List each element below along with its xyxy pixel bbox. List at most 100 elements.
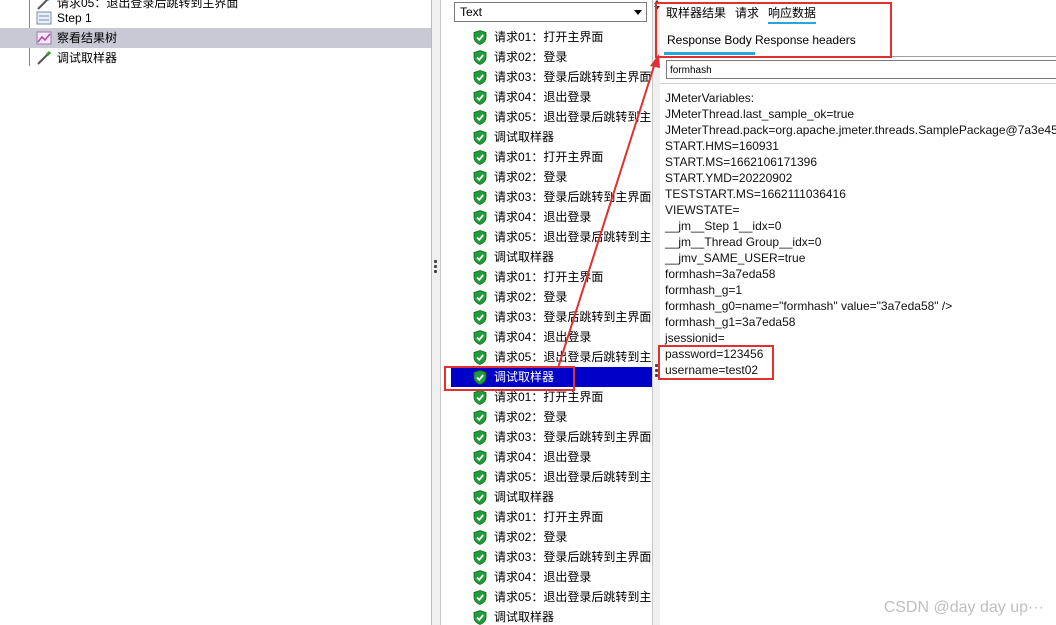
success-shield-icon — [473, 170, 487, 185]
result-row[interactable]: 请求01：打开主界面 — [471, 387, 653, 407]
tree-item-label: 察看结果树 — [57, 31, 118, 45]
result-row[interactable]: 请求01：打开主界面 — [471, 147, 653, 167]
success-shield-icon — [473, 450, 487, 465]
result-row[interactable]: 请求02：登录 — [471, 167, 653, 187]
success-shield-icon — [473, 70, 487, 85]
result-row-label: 请求05：退出登录后跳转到主界 — [494, 230, 653, 244]
result-row-label: 请求02：登录 — [494, 290, 568, 304]
result-row[interactable]: 请求02：登录 — [471, 407, 653, 427]
success-shield-icon — [473, 410, 487, 425]
tree-item-debug-sampler[interactable]: 调试取样器 — [0, 48, 431, 68]
response-line: START.YMD=20220902 — [665, 171, 793, 185]
response-line: __jm__Thread Group__idx=0 — [665, 235, 822, 249]
result-row-label: 请求03：登录后跳转到主界面 — [494, 550, 652, 564]
result-row[interactable]: 请求05：退出登录后跳转到主界 — [471, 467, 653, 487]
success-shield-icon — [473, 90, 487, 105]
tree-item-label: 调试取样器 — [57, 51, 118, 65]
sample-result-list: Text 请求01：打开主界面 请求02：登录 请求03：登录后跳转到主界面 请求04… — [440, 0, 653, 625]
result-row-label: 调试取样器 — [494, 370, 555, 384]
response-line: formhash=3a7eda58 — [665, 267, 776, 281]
result-row[interactable]: 请求05：退出登录后跳转到主界 — [471, 587, 653, 607]
result-row[interactable]: 请求05：退出登录后跳转到主界 — [471, 227, 653, 247]
tab-sampler-result[interactable]: 取样器结果 — [666, 4, 726, 21]
tree-item-view-results-tree[interactable]: 察看结果树 — [0, 28, 431, 48]
result-row-label: 请求02：登录 — [494, 50, 568, 64]
result-row-label: 请求04：退出登录 — [494, 90, 592, 104]
success-shield-icon — [473, 270, 487, 285]
result-row[interactable]: 请求01：打开主界面 — [471, 507, 653, 527]
response-panel: 取样器结果 请求 响应数据 Response Body Response hea… — [660, 0, 1056, 625]
result-row[interactable]: 请求04：退出登录 — [471, 447, 653, 467]
success-shield-icon — [473, 610, 487, 625]
success-shield-icon — [473, 30, 487, 45]
result-row[interactable]: 请求01：打开主界面 — [471, 27, 653, 47]
result-row[interactable]: 请求03：登录后跳转到主界面 — [471, 427, 653, 447]
result-row[interactable]: 请求03：登录后跳转到主界面 — [471, 67, 653, 87]
result-row[interactable]: 请求03：登录后跳转到主界面 — [471, 547, 653, 567]
splitter-handle[interactable] — [432, 0, 440, 625]
success-shield-icon — [473, 210, 487, 225]
result-row[interactable]: 请求03：登录后跳转到主界面 — [471, 307, 653, 327]
result-row[interactable]: 请求05：退出登录后跳转到主界 — [471, 107, 653, 127]
response-line: START.HMS=160931 — [665, 139, 779, 153]
success-shield-icon — [473, 570, 487, 585]
tab-response-body[interactable]: Response Body — [664, 32, 755, 55]
grip-dot — [434, 265, 437, 268]
result-row[interactable]: 调试取样器 — [471, 247, 653, 267]
result-row[interactable]: 请求04：退出登录 — [471, 207, 653, 227]
search-field[interactable] — [666, 60, 1056, 79]
test-plan-tree: 请求05：退出登录后跳转到主界面 Step 1 察看结果树 调试取样器 — [0, 0, 432, 625]
result-row-label: 请求02：登录 — [494, 410, 568, 424]
response-line: VIEWSTATE= — [665, 203, 740, 217]
success-shield-icon — [473, 230, 487, 245]
success-shield-icon — [473, 390, 487, 405]
result-row[interactable]: 调试取样器 — [471, 607, 653, 625]
result-row[interactable]: 调试取样器 — [471, 487, 653, 507]
result-row[interactable]: 请求01：打开主界面 — [471, 267, 653, 287]
results-tree-icon — [36, 31, 52, 45]
result-row-label: 请求05：退出登录后跳转到主界 — [494, 350, 653, 364]
result-row-label: 请求03：登录后跳转到主界面 — [494, 190, 652, 204]
response-line: JMeterThread.last_sample_ok=true — [665, 107, 855, 121]
success-shield-icon — [473, 590, 487, 605]
success-shield-icon — [473, 470, 487, 485]
result-row-label: 请求03：登录后跳转到主界面 — [494, 310, 652, 324]
tree-item-label: Step 1 — [57, 11, 92, 25]
grip-dot — [655, 369, 658, 372]
renderer-select[interactable]: Text — [454, 2, 647, 22]
watermark: CSDN @day day up··· — [883, 599, 1044, 616]
result-row-label: 请求05：退出登录后跳转到主界 — [494, 470, 653, 484]
result-row-label: 请求05：退出登录后跳转到主界 — [494, 110, 653, 124]
tree-item-step1[interactable]: Step 1 — [0, 8, 431, 28]
success-shield-icon — [473, 130, 487, 145]
success-shield-icon — [473, 370, 487, 385]
response-line: jsessionid= — [665, 331, 725, 345]
result-row-label: 请求02：登录 — [494, 170, 568, 184]
result-row[interactable]: 请求04：退出登录 — [471, 87, 653, 107]
response-line: START.MS=1662106171396 — [665, 155, 817, 169]
result-row[interactable]: 请求02：登录 — [471, 527, 653, 547]
result-row[interactable]: 请求02：登录 — [471, 47, 653, 67]
response-line: password=123456 — [665, 347, 764, 361]
grip-dot — [434, 260, 437, 263]
result-row[interactable]: 请求03：登录后跳转到主界面 — [471, 187, 653, 207]
success-shield-icon — [473, 530, 487, 545]
search-input[interactable] — [670, 63, 1050, 77]
success-shield-icon — [473, 310, 487, 325]
result-row[interactable]: 调试取样器 — [471, 127, 653, 147]
result-row[interactable]: 请求02：登录 — [471, 287, 653, 307]
result-row[interactable]: 请求04：退出登录 — [471, 327, 653, 347]
tab-response-headers[interactable]: Response headers — [752, 32, 859, 52]
success-shield-icon — [473, 290, 487, 305]
response-line: formhash_g0=name="formhash" value="3a7ed… — [665, 299, 953, 313]
success-shield-icon — [473, 510, 487, 525]
tab-response-data[interactable]: 响应数据 — [768, 4, 817, 24]
tab-request[interactable]: 请求 — [735, 4, 759, 21]
result-row[interactable]: 请求05：退出登录后跳转到主界 — [471, 347, 653, 367]
result-row[interactable]: 请求04：退出登录 — [471, 567, 653, 587]
success-shield-icon — [473, 150, 487, 165]
result-row-label: 请求03：登录后跳转到主界面 — [494, 70, 652, 84]
result-row[interactable]: 调试取样器 — [451, 367, 653, 387]
renderer-select-value: Text — [460, 5, 483, 19]
csv-data-icon — [36, 11, 52, 25]
